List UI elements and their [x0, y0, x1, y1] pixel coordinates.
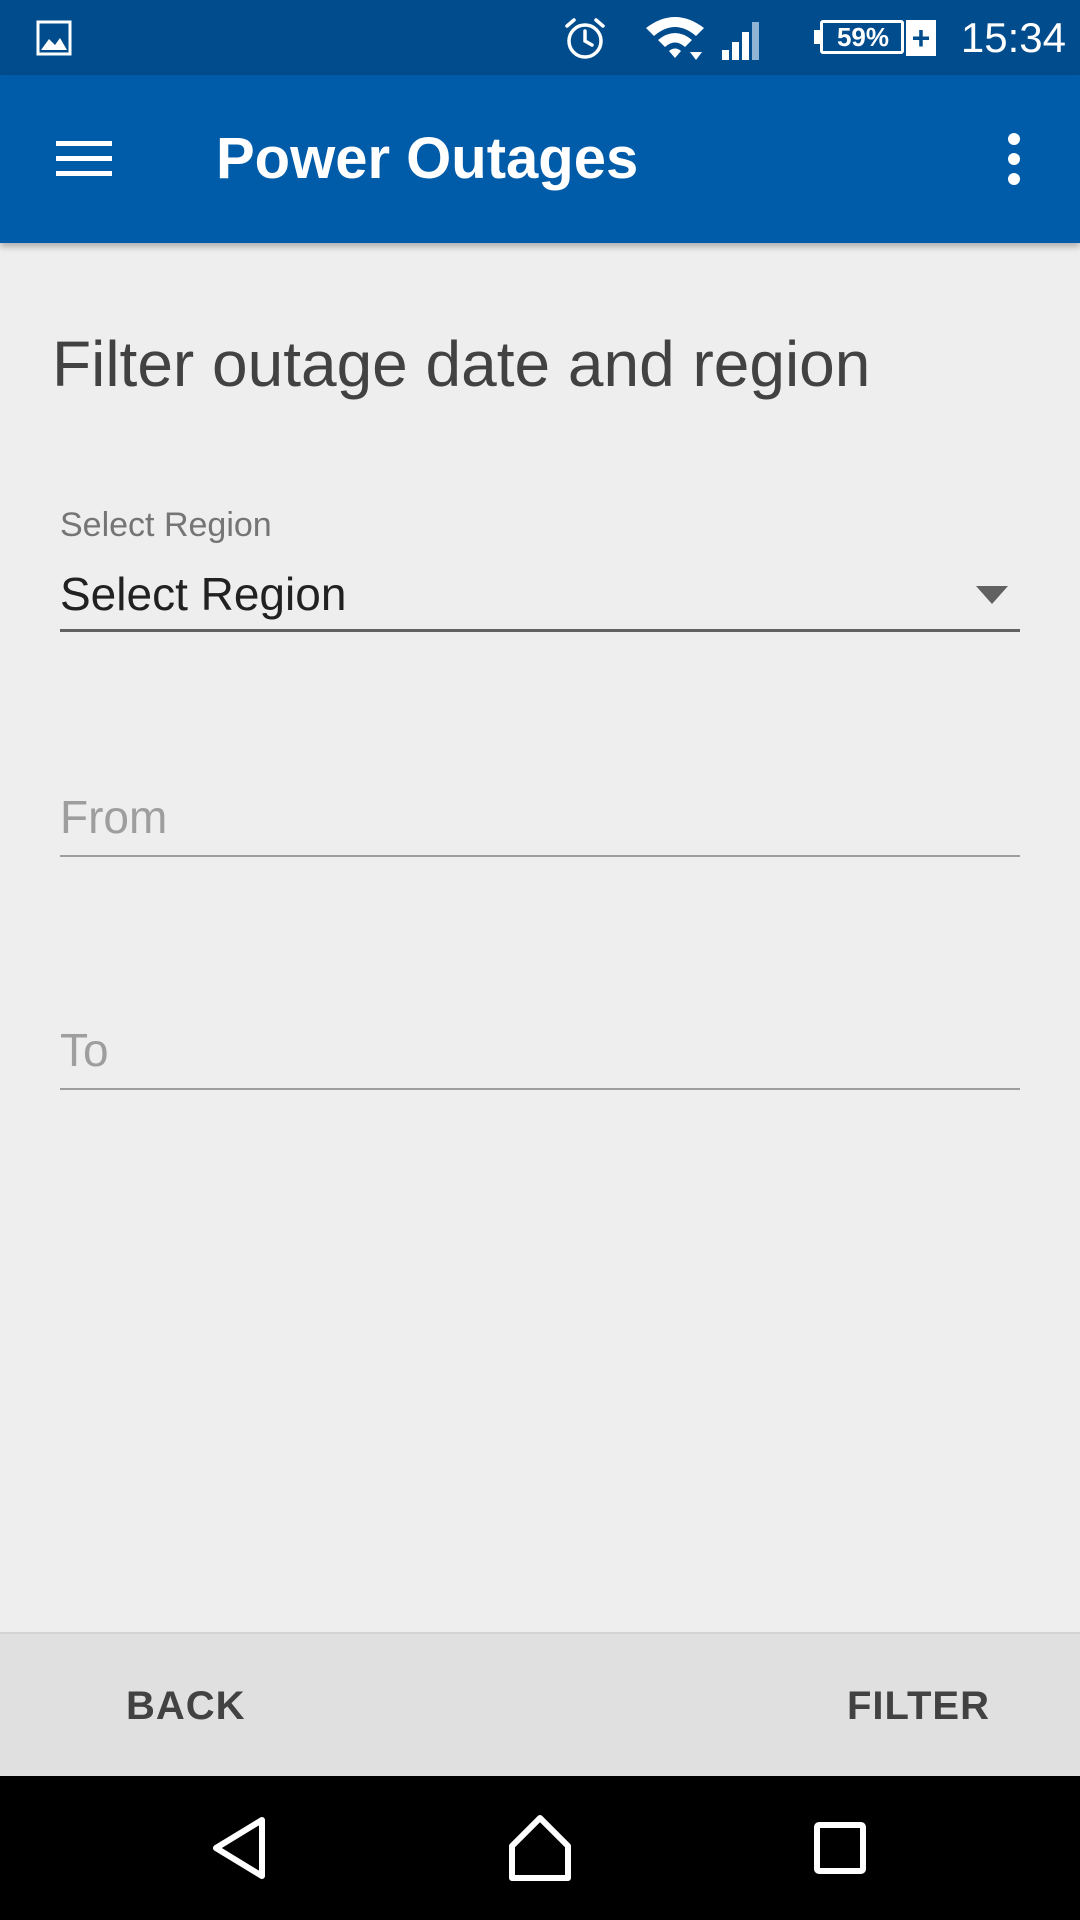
region-select-dropdown[interactable]: Select Region: [60, 560, 1020, 632]
nav-back-icon[interactable]: [200, 1808, 280, 1888]
app-bar: Power Outages: [0, 75, 1080, 243]
status-time: 15:34: [960, 14, 1066, 61]
more-vert-icon[interactable]: [990, 123, 1038, 195]
from-date-field[interactable]: From: [60, 777, 1020, 857]
app-title: Power Outages: [216, 126, 639, 191]
nav-home-icon[interactable]: [500, 1808, 580, 1888]
gallery-icon: [36, 20, 72, 56]
back-button[interactable]: BACK: [102, 1670, 270, 1742]
dropdown-arrow-icon: [976, 586, 1008, 604]
page-heading: Filter outage date and region: [52, 328, 871, 400]
region-select-value: Select Region: [60, 568, 347, 620]
from-date-placeholder: From: [60, 791, 168, 843]
cell-signal-icon: [722, 22, 759, 60]
power-outages-filter-screen: 59% + 15:34 Power Outages Filter outage …: [0, 0, 1080, 1920]
system-nav-bar: [0, 1776, 1080, 1920]
to-date-field[interactable]: To: [60, 1010, 1020, 1090]
battery-icon: 59% +: [812, 18, 936, 58]
status-bar: 59% + 15:34: [0, 0, 1080, 75]
charging-plus-icon: +: [906, 20, 936, 56]
to-date-placeholder: To: [60, 1024, 109, 1076]
wifi-icon: [646, 17, 704, 60]
region-caption: Select Region: [60, 506, 272, 544]
action-bar: BACK FILTER: [0, 1632, 1080, 1776]
nav-recents-icon[interactable]: [800, 1808, 880, 1888]
alarm-icon: [565, 18, 605, 59]
hamburger-menu-icon[interactable]: [40, 119, 128, 199]
battery-percent: 59%: [836, 22, 890, 52]
filter-button[interactable]: FILTER: [823, 1670, 1014, 1742]
